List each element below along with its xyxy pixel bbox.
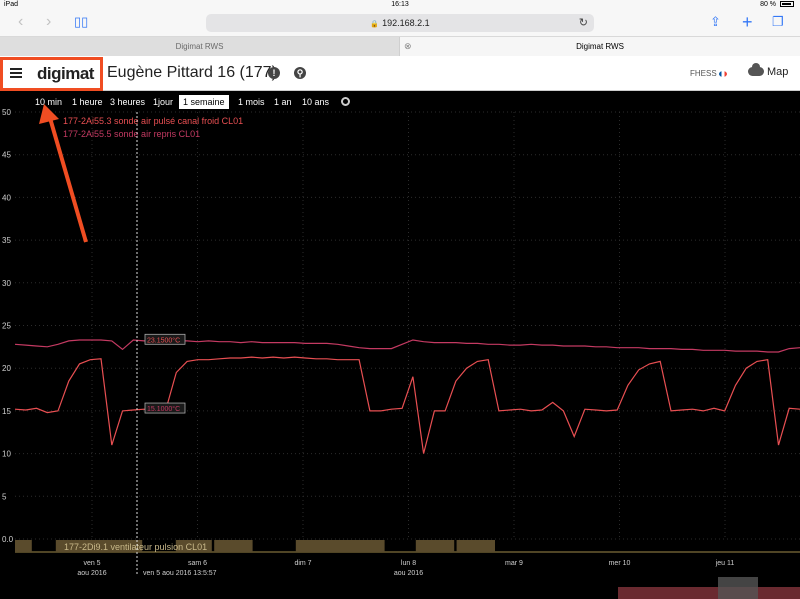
map-link[interactable]: Map [767, 66, 788, 78]
range-3hours[interactable]: 3 heures [110, 95, 145, 109]
range-10min[interactable]: 10 min [35, 95, 62, 109]
digital-on-segment [15, 540, 32, 552]
y-tick-label: 40 [2, 193, 11, 202]
legend-entry-1: 177-2Ai55.3 sonde air pulsé canal froid … [63, 116, 243, 126]
y-tick-label: 35 [2, 236, 11, 245]
range-1year[interactable]: 1 an [274, 95, 292, 109]
ios-status-bar: iPad 16:13 80 % [0, 0, 800, 10]
digital-on-segment [214, 540, 253, 552]
close-tab-icon[interactable]: ⊗ [404, 37, 412, 56]
y-tick-label: 20 [2, 364, 11, 373]
url-text: 192.168.2.1 [382, 18, 430, 28]
tab-bar: Digimat RWS ⊗ Digimat RWS [0, 36, 800, 56]
series-line-1 [14, 356, 800, 454]
battery-percent: 80 % [760, 1, 777, 8]
tab-title: Digimat RWS [175, 42, 224, 51]
y-tick-label: 15 [2, 407, 11, 416]
address-bar[interactable]: 🔒 192.168.2.1 ↻ [206, 14, 594, 32]
screen: iPad 16:13 80 % ‹ › ▯▯ 🔒 192.168.2.1 ↻ ⇪ … [0, 0, 800, 599]
settings-ring-icon[interactable] [341, 97, 350, 106]
digital-on-segment [415, 540, 455, 552]
user-name: FHESS [690, 69, 717, 78]
search-icon[interactable]: ⚲ [294, 67, 306, 79]
new-tab-icon[interactable]: + [742, 13, 753, 31]
digital-on-segment [456, 540, 495, 552]
tab-title: Digimat RWS [576, 42, 624, 51]
range-10years[interactable]: 10 ans [302, 95, 329, 109]
y-tick-label: 0.0 [2, 535, 14, 544]
lock-icon: 🔒 [370, 21, 380, 28]
tab-active[interactable]: ⊗ Digimat RWS [400, 37, 800, 56]
navigator-handle [718, 577, 758, 599]
y-tick-label: 5 [2, 492, 7, 501]
battery-icon [780, 1, 794, 7]
trend-chart[interactable]: 0.0 5 10 15 20 25 30 35 40 45 50 ven 5 aou 2016 sam 6… [0, 109, 800, 599]
x-tick-sublabel: aou 2016 [77, 570, 106, 577]
range-1month[interactable]: 1 mois [238, 95, 265, 109]
range-1week[interactable]: 1 semaine [179, 95, 229, 109]
y-tick-label: 50 [2, 109, 11, 117]
forward-icon[interactable]: › [46, 13, 51, 31]
y-tick-label: 45 [2, 151, 11, 160]
cursor-value-label: 15.1000°C [147, 405, 180, 413]
cloud-icon[interactable] [748, 63, 764, 76]
navigator-strip [618, 587, 800, 599]
page-title: Eugène Pittard 16 (177) [107, 64, 277, 81]
x-tick-label: lun 8 [401, 560, 416, 567]
safari-toolbar: ‹ › ▯▯ 🔒 192.168.2.1 ↻ ⇪ + ❐ [0, 10, 800, 36]
legend-entry-2: 177-2Ai55.5 sonde air repris CL01 [63, 129, 200, 139]
x-tick-label: mer 10 [609, 560, 631, 567]
user-menu[interactable]: FHESS [690, 69, 727, 78]
tabs-overview-icon[interactable]: ❐ [772, 13, 784, 31]
alert-icon[interactable]: ! [268, 67, 280, 79]
app-header: digimat Eugène Pittard 16 (177) ! ⚲ FHES… [0, 56, 800, 91]
share-icon[interactable]: ⇪ [710, 13, 721, 31]
x-tick-sublabel: aou 2016 [394, 570, 423, 577]
y-tick-label: 30 [2, 279, 11, 288]
y-tick-label: 10 [2, 450, 11, 459]
flag-icon [718, 71, 727, 77]
tab-inactive[interactable]: Digimat RWS [0, 37, 400, 56]
cursor-value-label: 23.1500°C [147, 336, 180, 344]
cursor-time-label: ven 5 aou 2016 13:5:57 [143, 570, 217, 577]
range-1day[interactable]: 1jour [153, 95, 173, 109]
bookmarks-icon[interactable]: ▯▯ [74, 13, 88, 31]
series-line-2 [14, 339, 800, 353]
clock: 16:13 [391, 1, 409, 8]
x-tick-label: dim 7 [294, 560, 311, 567]
x-tick-label: ven 5 [83, 560, 100, 567]
reload-icon[interactable]: ↻ [579, 14, 588, 32]
x-tick-label: mar 9 [505, 560, 523, 567]
x-tick-label: sam 6 [188, 560, 207, 567]
digital-series-label: 177-2Di9.1 ventilateur pulsion CL01 [64, 542, 207, 552]
x-tick-label: jeu 11 [715, 560, 735, 567]
range-1hour[interactable]: 1 heure [72, 95, 103, 109]
y-tick-label: 25 [2, 322, 11, 331]
back-icon[interactable]: ‹ [18, 13, 23, 31]
digital-on-segment [295, 540, 385, 552]
battery-status: 80 % [760, 1, 794, 8]
annotation-highlight-box [0, 57, 103, 91]
